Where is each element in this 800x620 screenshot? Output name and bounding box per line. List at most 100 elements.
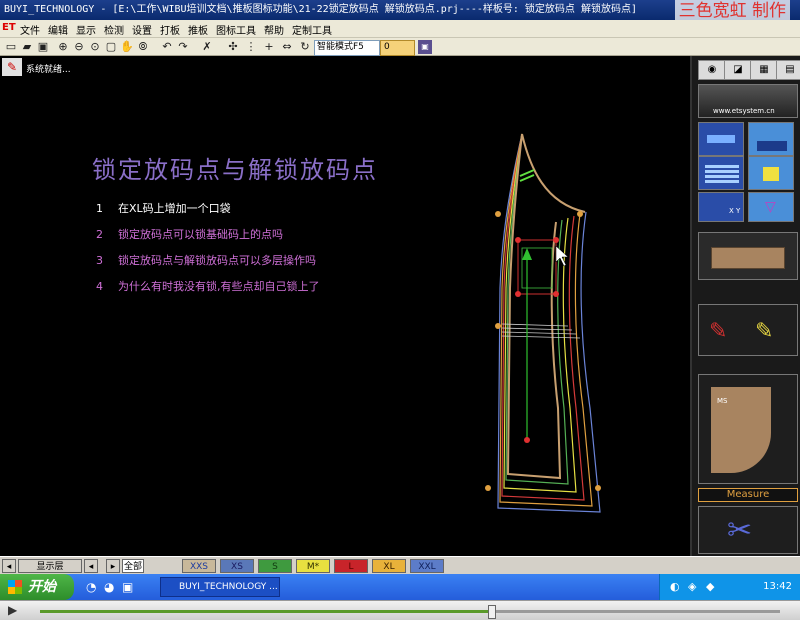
zoom-previous-icon[interactable]: ⦾ [136, 40, 150, 54]
show-layer-button[interactable]: 显示层 [18, 559, 82, 573]
waist-line [501, 323, 581, 339]
taskbar: 开始 ◔ ◕ ▣ BUYI_TECHNOLOGY ... ◐ ◈ ◆ 13:42 [0, 574, 800, 600]
pocket-point [553, 237, 559, 243]
tray-volume-icon[interactable]: ◐ [670, 580, 680, 593]
menu-icon-tools[interactable]: 图标工具 [216, 22, 256, 37]
undo-icon[interactable]: ↶ [160, 40, 174, 54]
seek-progress [40, 610, 492, 613]
play-icon[interactable]: ▶ [8, 603, 17, 617]
start-button[interactable]: 开始 [0, 574, 74, 600]
tray-network-icon[interactable]: ◈ [688, 580, 696, 593]
pocket-point [553, 291, 559, 297]
clock: 13:42 [763, 581, 792, 592]
pan-hand-icon[interactable]: ✋ [120, 40, 134, 54]
layer-scroll-left-icon[interactable]: ◂ [2, 559, 16, 573]
tool-palette: ◉ ◪ ▦ ▤ www.etsystem.cn X Y ▽ ✎ ✎ MS Mea… [690, 56, 800, 556]
grain-arrow [522, 248, 532, 260]
toggle-panel-icon[interactable]: ▣ [418, 40, 432, 54]
layer-next-icon[interactable]: ▸ [106, 559, 120, 573]
size-button-xl[interactable]: XL [372, 559, 406, 573]
tool-piece-preview[interactable] [698, 232, 798, 280]
save-icon[interactable]: ▣ [36, 40, 50, 54]
pocket-point [515, 291, 521, 297]
align-icon[interactable]: ⇔ [280, 40, 294, 54]
neckline [521, 133, 586, 213]
menu-file[interactable]: 文件 [20, 22, 40, 37]
add-point-icon[interactable]: + [262, 40, 276, 54]
zoom-value[interactable]: 0 [380, 40, 415, 56]
app-logo: ET [2, 22, 16, 33]
menu-settings[interactable]: 设置 [132, 22, 152, 37]
all-sizes-button[interactable]: 全部 [122, 559, 144, 573]
tool-table[interactable] [698, 156, 744, 190]
layer-bar: ◂ 显示层 ◂ ▸ 全部 XXS XS S M* L XL XXL [0, 556, 800, 574]
status-text: 系统就绪... [26, 65, 71, 75]
quicklaunch-media-icon[interactable]: ◕ [104, 580, 114, 594]
size-button-l[interactable]: L [334, 559, 368, 573]
status-line: ✎ 系统就绪... [0, 56, 690, 78]
menu-view[interactable]: 显示 [76, 22, 96, 37]
size-button-m-base[interactable]: M* [296, 559, 330, 573]
menu-grading[interactable]: 推板 [188, 22, 208, 37]
size-button-s[interactable]: S [258, 559, 292, 573]
corner-point [485, 485, 491, 491]
grain-point [524, 437, 530, 443]
menu-check[interactable]: 检测 [104, 22, 124, 37]
mode-select[interactable]: 智能模式F5 [314, 40, 380, 56]
measure-label[interactable]: Measure [698, 488, 798, 502]
new-file-icon[interactable]: ▭ [4, 40, 18, 54]
taskbar-app-button[interactable]: BUYI_TECHNOLOGY ... [160, 577, 280, 597]
move-icon[interactable]: ✣ [226, 40, 240, 54]
graph-icon[interactable]: ◪ [724, 60, 752, 80]
settings-icon[interactable]: ▦ [750, 60, 778, 80]
system-tray: ◐ ◈ ◆ 13:42 [659, 574, 800, 600]
delete-icon[interactable]: ✗ [200, 40, 214, 54]
video-player-bar: ▶ [0, 600, 800, 620]
size-button-xxs[interactable]: XXS [182, 559, 216, 573]
corner-point [595, 485, 601, 491]
menu-bar: ET 文件 编辑 显示 检测 设置 打板 推板 图标工具 帮助 定制工具 [0, 20, 800, 38]
tool-measure-curve[interactable]: MS [698, 374, 798, 484]
zoom-in-icon[interactable]: ⊕ [56, 40, 70, 54]
layers-icon[interactable]: ▤ [776, 60, 800, 80]
cursor-tool-icon[interactable]: ✎ [2, 58, 22, 76]
layer-prev-icon[interactable]: ◂ [84, 559, 98, 573]
brand-panel: www.etsystem.cn [698, 84, 798, 118]
tool-straight-line[interactable] [698, 122, 744, 156]
pattern-outline-base [506, 133, 562, 480]
pattern-drawing[interactable] [0, 78, 690, 556]
menu-edit[interactable]: 编辑 [48, 22, 68, 37]
menu-custom-tools[interactable]: 定制工具 [292, 22, 332, 37]
tool-xy-move[interactable]: X Y [698, 192, 744, 222]
fit-all-icon[interactable]: ▢ [104, 40, 118, 54]
tool-drop-line[interactable] [748, 122, 794, 156]
ms-label: MS [717, 397, 728, 405]
tray-security-icon[interactable]: ◆ [706, 580, 714, 593]
redo-icon[interactable]: ↷ [176, 40, 190, 54]
seek-handle[interactable] [488, 605, 497, 619]
open-folder-icon[interactable]: ▰ [20, 40, 34, 54]
tool-split[interactable]: ▽ [748, 192, 794, 222]
mouse-cursor-icon [555, 245, 569, 267]
zoom-window-icon[interactable]: ⊙ [88, 40, 102, 54]
size-button-xxl[interactable]: XXL [410, 559, 444, 573]
watermark: 三色宽虹 制作 [674, 0, 790, 20]
grid-icon[interactable]: ⋮ [244, 40, 258, 54]
zoom-out-icon[interactable]: ⊖ [72, 40, 86, 54]
size-button-xs[interactable]: XS [220, 559, 254, 573]
tool-point[interactable] [748, 156, 794, 190]
tool-scissors[interactable]: ✂ [698, 506, 798, 554]
rotate-icon[interactable]: ↻ [298, 40, 312, 54]
quicklaunch-desktop-icon[interactable]: ▣ [122, 580, 133, 594]
quicklaunch-ie-icon[interactable]: ◔ [86, 580, 96, 594]
menu-help[interactable]: 帮助 [264, 22, 284, 37]
tool-cut[interactable]: ✎ ✎ [698, 304, 798, 356]
menu-pattern[interactable]: 打板 [160, 22, 180, 37]
website-label: www.etsystem.cn [713, 107, 775, 115]
pocket-point [515, 237, 521, 243]
scissors-icon: ✂ [727, 513, 753, 548]
taskbar-app-label: BUYI_TECHNOLOGY ... [179, 582, 278, 592]
record-icon[interactable]: ◉ [698, 60, 726, 80]
drawing-canvas[interactable]: 锁定放码点与解锁放码点 1 在XL码上增加一个口袋 2 锁定放码点可以锁基础码上的点… [0, 78, 690, 556]
start-label: 开始 [28, 579, 56, 595]
